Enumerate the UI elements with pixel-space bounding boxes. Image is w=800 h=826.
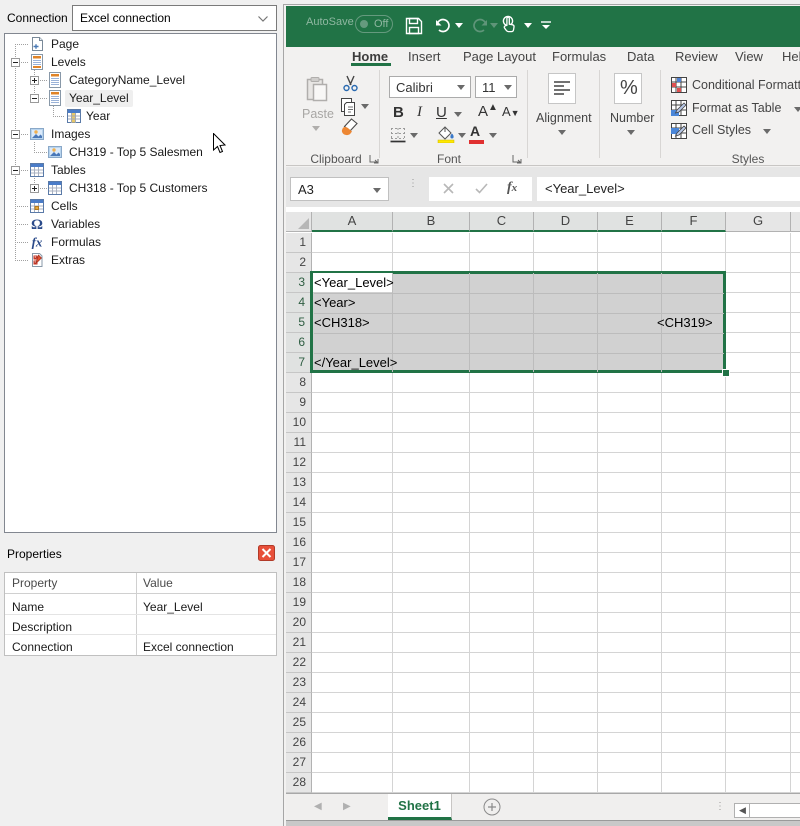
svg-text:Ω: Ω: [31, 217, 43, 232]
svg-text:fx: fx: [32, 235, 43, 250]
